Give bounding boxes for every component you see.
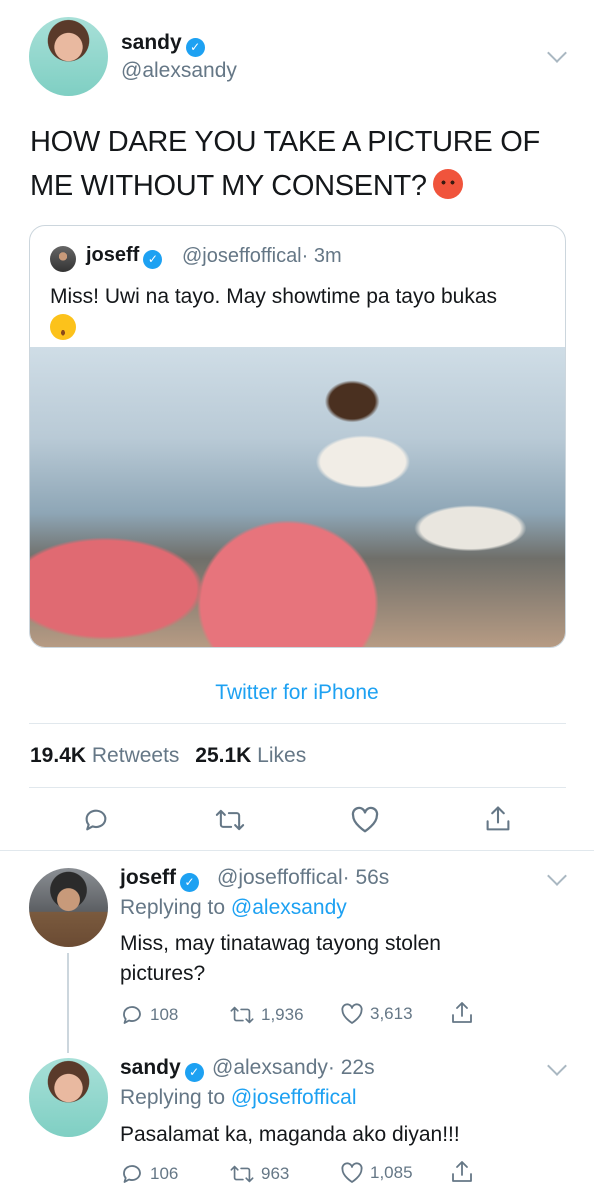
- share-icon: [486, 806, 510, 831]
- likes-label[interactable]: Likes: [257, 744, 306, 767]
- reply-author-name-text[interactable]: joseff: [120, 866, 176, 889]
- woozy-face-icon: [50, 314, 76, 340]
- avatar[interactable]: [29, 17, 108, 96]
- reply-time: · 22s: [327, 1056, 375, 1079]
- reply-button[interactable]: 106: [120, 1162, 178, 1186]
- tweet-source-link[interactable]: Twitter for iPhone: [0, 681, 594, 705]
- like-button[interactable]: 3,613: [340, 1003, 413, 1025]
- quoted-author-name: joseff ✓: [86, 244, 163, 269]
- verified-badge-icon: ✓: [184, 1063, 204, 1082]
- quoted-handle: @joseffoffical: [182, 245, 302, 267]
- divider: [0, 850, 594, 851]
- reply-count: 106: [150, 1164, 179, 1183]
- retweet-icon: [230, 1006, 254, 1024]
- replying-to-mention[interactable]: @joseffoffical: [231, 1086, 357, 1109]
- quoted-author-name-text: joseff: [86, 244, 140, 266]
- tweet-text-content: HOW DARE YOU TAKE A PICTURE OF ME WITHOU…: [30, 126, 540, 202]
- tweet-text: HOW DARE YOU TAKE A PICTURE OF ME WITHOU…: [30, 120, 570, 208]
- reply-icon: [85, 809, 107, 831]
- share-button[interactable]: [450, 1000, 474, 1026]
- verified-badge-icon: ✓: [180, 873, 200, 892]
- angry-face-icon: [432, 169, 463, 199]
- quoted-handle-time: @joseffoffical· 3m: [182, 245, 342, 268]
- reply-time: · 56s: [342, 866, 390, 889]
- reply-handle-time[interactable]: @joseffoffical· 56s: [217, 866, 389, 890]
- quoted-avatar: [50, 246, 76, 272]
- quoted-time: · 3m: [301, 245, 342, 267]
- replying-to-label: Replying to: [120, 896, 226, 919]
- retweet-button[interactable]: 1,936: [229, 1003, 304, 1027]
- retweet-icon: [215, 809, 245, 831]
- chevron-down-icon[interactable]: [547, 1056, 567, 1076]
- share-button[interactable]: [450, 1159, 474, 1185]
- author-name-text[interactable]: sandy: [121, 31, 182, 54]
- retweet-count: 963: [261, 1164, 290, 1183]
- like-count: 3,613: [370, 1004, 413, 1023]
- heart-icon: [341, 1003, 363, 1024]
- reply-author-name-text[interactable]: sandy: [120, 1056, 181, 1079]
- reply-icon: [123, 1006, 141, 1024]
- divider: [29, 787, 566, 788]
- divider: [29, 723, 566, 724]
- avatar[interactable]: [29, 868, 108, 947]
- quoted-tweet[interactable]: joseff ✓ @joseffoffical· 3m Miss! Uwi na …: [29, 225, 566, 648]
- quoted-text-content: Miss! Uwi na tayo. May showtime pa tayo …: [50, 285, 498, 308]
- share-icon: [452, 1161, 472, 1182]
- engagement-stats: 19.4K Retweets 25.1K Likes: [30, 744, 316, 768]
- retweet-count: 1,936: [261, 1005, 304, 1024]
- retweet-button[interactable]: 963: [229, 1162, 289, 1186]
- retweet-icon: [230, 1165, 254, 1183]
- chevron-down-icon[interactable]: [547, 43, 567, 63]
- reply-author-name[interactable]: sandy ✓: [120, 1056, 204, 1082]
- share-button[interactable]: [484, 804, 512, 834]
- reply-author-name[interactable]: joseff ✓: [120, 866, 200, 892]
- reply-handle[interactable]: @alexsandy: [212, 1056, 328, 1079]
- reply-button[interactable]: 108: [120, 1003, 178, 1027]
- reply-handle[interactable]: @joseffoffical: [217, 866, 343, 889]
- quoted-text: Miss! Uwi na tayo. May showtime pa tayo …: [50, 282, 550, 340]
- verified-badge-icon: ✓: [185, 38, 205, 57]
- reply-text: Miss, may tinatawag tayong stolen pictur…: [120, 932, 441, 985]
- avatar[interactable]: [29, 1058, 108, 1137]
- retweets-count[interactable]: 19.4K: [30, 744, 86, 767]
- verified-badge-icon: ✓: [143, 250, 163, 269]
- reply-handle-time[interactable]: @alexsandy· 22s: [212, 1056, 375, 1080]
- retweets-label[interactable]: Retweets: [92, 744, 180, 767]
- share-icon: [452, 1002, 472, 1023]
- author-name[interactable]: sandy ✓: [121, 31, 205, 57]
- reply-text: Pasalamat ka, maganda ako diyan!!!: [120, 1123, 460, 1146]
- replying-to-label: Replying to: [120, 1086, 226, 1109]
- quoted-photo[interactable]: [30, 347, 565, 647]
- like-button[interactable]: [350, 806, 380, 834]
- replying-to: Replying to @alexsandy: [120, 896, 347, 920]
- reply-icon: [123, 1165, 141, 1183]
- reply-count: 108: [150, 1005, 179, 1024]
- replying-to: Replying to @joseffoffical: [120, 1086, 357, 1110]
- heart-icon: [351, 806, 379, 833]
- like-button[interactable]: 1,085: [340, 1162, 413, 1184]
- retweet-button[interactable]: [214, 806, 246, 834]
- heart-icon: [341, 1162, 363, 1183]
- like-count: 1,085: [370, 1163, 413, 1182]
- replying-to-mention[interactable]: @alexsandy: [231, 896, 347, 919]
- thread-line: [67, 953, 69, 1053]
- likes-count[interactable]: 25.1K: [195, 744, 251, 767]
- reply-button[interactable]: [82, 806, 110, 834]
- author-handle[interactable]: @alexsandy: [121, 59, 237, 83]
- chevron-down-icon[interactable]: [547, 866, 567, 886]
